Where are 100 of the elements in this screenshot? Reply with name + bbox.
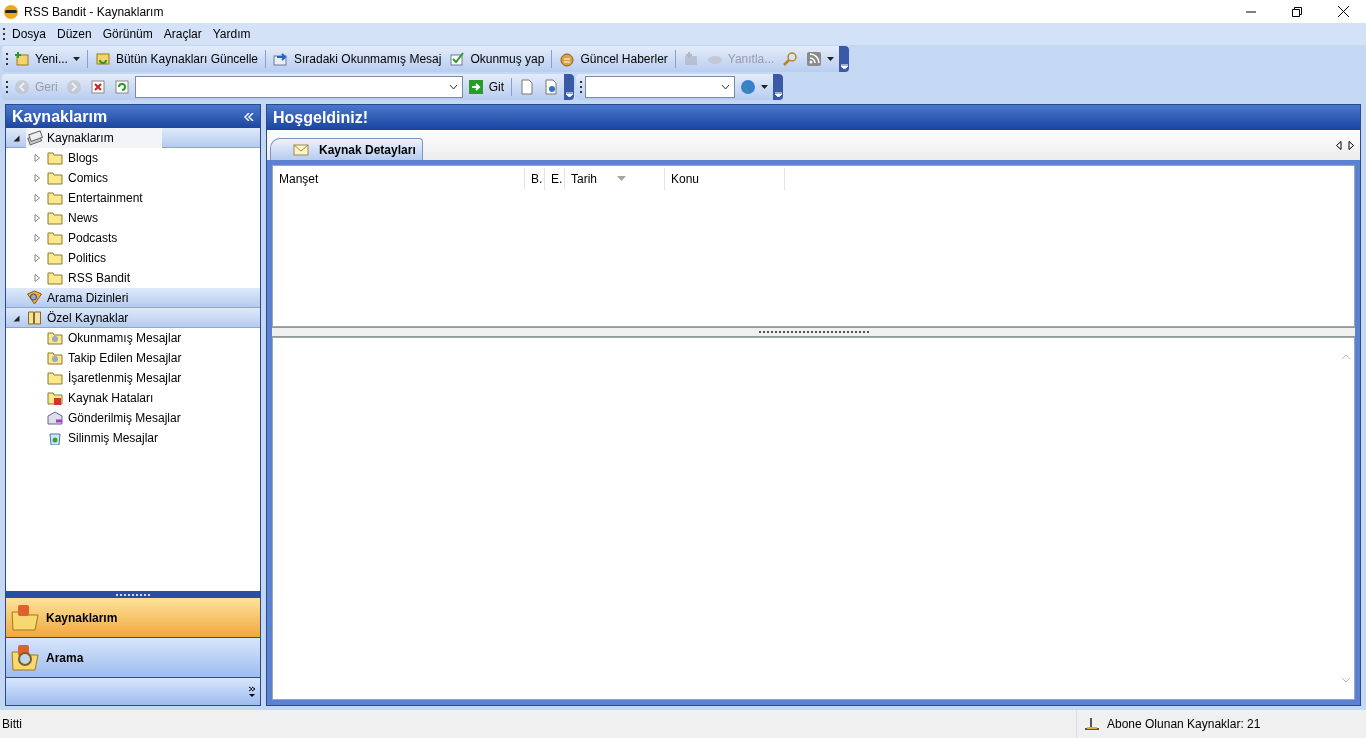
chevron-down-icon [448,84,458,90]
tree-item[interactable]: Podcasts [68,229,118,247]
checkmark-icon [449,51,466,67]
folder-icon [47,171,63,185]
feed-count-text: Abone Olunan Kaynaklar: 21 [1107,716,1261,733]
next-arrow-icon [273,51,289,67]
menu-item[interactable]: Dosya [7,25,51,43]
collapse-arrow-icon[interactable] [12,133,20,142]
tree-item[interactable]: Kaynak Hataları [68,389,154,407]
folder-icon [47,151,63,165]
chevron-down-icon [721,84,730,90]
tree-item[interactable]: Arama Dizinleri [47,288,129,307]
scroll-left-icon[interactable] [1336,140,1342,150]
toolbar-button[interactable]: Git [464,76,507,98]
tree-item[interactable]: Takip Edilen Mesajlar [68,349,182,367]
menu-item[interactable]: Düzen [52,25,97,43]
toolbar-overflow-button[interactable] [839,46,850,72]
stop-icon [89,79,106,95]
toolbar-button[interactable]: Sıradaki Okunmamış Mesaj [270,48,445,70]
expand-arrow-icon[interactable] [34,154,41,162]
combo-box[interactable] [585,76,735,98]
column-header[interactable]: Tarih [565,167,665,190]
tree-item[interactable]: Comics [68,169,108,187]
menu-item[interactable]: Araçlar [158,25,207,43]
toolbar-button[interactable]: Yeni... [11,48,83,70]
tree-item[interactable]: Entertainment [68,189,143,207]
back-icon [14,79,30,95]
tree-item[interactable]: RSS Bandit [68,269,131,287]
tree-item[interactable]: İşaretlenmiş Mesajlar [68,369,182,387]
tree-item[interactable]: Blogs [68,149,99,167]
expand-arrow-icon[interactable] [34,234,41,242]
forward-icon [65,79,82,95]
tree-item[interactable]: News [68,209,98,227]
globe-icon [740,79,756,95]
rss-folder-icon [10,603,40,632]
tree-section-header[interactable]: Özel Kaynaklar [6,308,260,328]
bandit-logo-icon [3,3,19,20]
status-text: Bitti [1,716,23,733]
column-header[interactable]: E. [545,167,565,190]
combo-box[interactable] [134,76,463,98]
folder-icon [47,191,63,205]
expand-arrow-icon[interactable] [34,274,41,282]
refresh-icon [113,79,130,95]
splitter-handle[interactable] [272,327,1355,337]
tab[interactable]: Kaynak Detayları [270,138,423,160]
column-header[interactable]: B. [525,167,545,190]
nav-pane-button[interactable]: Arama [6,638,260,678]
rss-icon [806,51,823,67]
overflow-caret-icon [774,92,782,97]
refresh-feeds-icon [94,51,111,67]
error-folder-icon [47,391,63,405]
folder-icon [47,231,63,245]
post-icon [682,51,699,67]
column-header[interactable]: Manşet [273,167,525,190]
grip-icon [580,80,583,94]
search-folder-icon [10,643,40,672]
splitter-handle[interactable] [6,591,260,598]
tree-section-header[interactable]: Arama Dizinleri [6,288,260,308]
scroll-down-icon [1340,677,1351,683]
book-icon [26,309,43,326]
collapse-double-chevron-icon[interactable] [244,112,254,121]
scroll-up-icon [1340,354,1351,360]
tree-section-header[interactable]: Kaynaklarım [6,128,260,148]
page-settings-icon [543,79,559,95]
feeds-stack-icon [26,129,43,146]
menu-item[interactable]: Görünüm [97,25,158,43]
tree-item[interactable]: Gönderilmiş Mesajlar [68,409,181,427]
search-folder-icon [26,289,43,306]
restore-icon [1292,6,1302,17]
toolbar-overflow-button[interactable] [564,74,574,100]
folder-icon [47,271,63,285]
overflow-caret-icon [565,92,573,97]
tree-item[interactable]: Politics [68,249,106,267]
tree-item[interactable]: Okunmamış Mesajlar [68,329,182,347]
new-feed-icon [14,51,30,67]
search-icon [782,51,799,67]
nav-pane-button[interactable]: Kaynaklarım [6,598,260,638]
folder-icon [47,211,63,225]
expand-arrow-icon[interactable] [34,174,41,182]
page-icon [519,79,535,95]
toolbar-button[interactable]: Okunmuş yap [446,48,548,70]
expand-arrow-icon[interactable] [34,194,41,202]
column-header[interactable]: Konu [665,167,785,190]
close-icon [1337,6,1349,17]
expand-arrow-icon[interactable] [34,214,41,222]
menu-item[interactable]: Yardım [207,25,256,43]
window-title: RSS Bandit - Kaynaklarım [24,3,164,21]
scroll-right-icon[interactable] [1348,140,1354,150]
toolbar-button[interactable]: Güncel Haberler [556,48,671,70]
configure-buttons-icon[interactable] [248,685,256,698]
folder-icon [47,251,63,265]
overflow-caret-icon [840,64,848,69]
tree-item[interactable]: Özel Kaynaklar [47,308,129,327]
recycle-bin-icon [47,431,63,445]
collapse-arrow-icon[interactable] [12,313,20,322]
expand-arrow-icon[interactable] [34,254,41,262]
toolbar-overflow-button[interactable] [773,74,783,100]
tree-item[interactable]: Silinmiş Mesajlar [68,429,159,447]
toolbar-button[interactable]: Bütün Kaynakları Güncelle [91,48,261,70]
sidebar-title: Kaynaklarım [12,106,108,127]
